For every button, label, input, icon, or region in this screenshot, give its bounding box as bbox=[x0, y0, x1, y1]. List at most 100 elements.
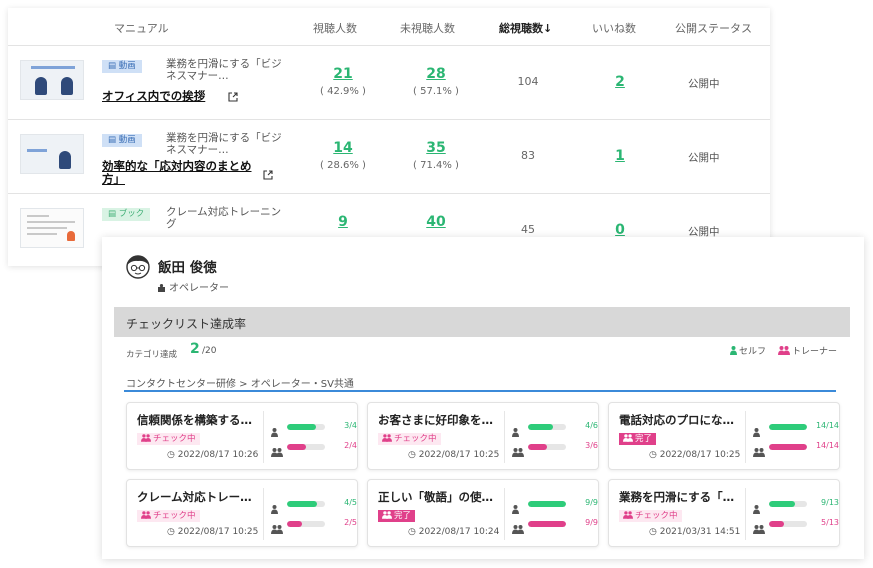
type-badge-video: ▤ 動画 bbox=[102, 60, 142, 73]
breadcrumb-underline bbox=[124, 390, 836, 392]
column-header-total-views-sorted[interactable]: 総視聴数↓ bbox=[499, 20, 552, 36]
publish-status: 公開中 bbox=[688, 78, 720, 90]
thumbnail-text-line bbox=[27, 233, 57, 235]
thumbnail-text-line bbox=[27, 221, 75, 223]
card-divider bbox=[504, 411, 505, 463]
checklist-card[interactable]: 信頼関係を構築する… チェック中 ◷ 2022/08/17 10:26 3/4 2/4 bbox=[126, 402, 358, 470]
checklist-card-title: 電話対応のプロにな… bbox=[619, 413, 734, 427]
table-header: マニュアル 視聴人数 未視聴人数 総視聴数↓ いいね数 公開ステータス bbox=[8, 8, 770, 46]
self-progress-count: 14/14 bbox=[815, 421, 839, 430]
trainer-progress-count: 2/5 bbox=[344, 518, 357, 527]
trainer-progress-count: 3/6 bbox=[585, 441, 598, 450]
legend-trainer: トレーナー bbox=[778, 344, 837, 357]
viewers-percent: ( 42.9% ) bbox=[320, 86, 366, 97]
trainer-progress-track bbox=[528, 521, 566, 527]
thumbnail-figure bbox=[67, 231, 75, 241]
non-viewers-count-link[interactable]: 35 bbox=[406, 140, 466, 156]
book-thumbnail[interactable] bbox=[20, 208, 84, 248]
checklist-updated-date: ◷ 2022/08/17 10:26 bbox=[167, 450, 259, 460]
trainer-progress: 3/6 bbox=[512, 441, 598, 457]
type-badge-video: ▤ 動画 bbox=[102, 134, 142, 147]
card-divider bbox=[504, 488, 505, 540]
trainer-progress-track bbox=[769, 444, 807, 450]
manual-title-link[interactable]: 効率的な「応対内容のまとめ方」 bbox=[102, 160, 262, 186]
trainer-people-icon bbox=[271, 519, 283, 538]
external-link-icon[interactable] bbox=[263, 170, 273, 180]
category-achievement-total: /20 bbox=[202, 346, 217, 356]
role-icon bbox=[158, 284, 165, 292]
self-progress-track bbox=[528, 424, 566, 430]
self-progress-fill bbox=[287, 424, 316, 430]
trainer-progress: 9/9 bbox=[512, 518, 598, 534]
video-thumbnail[interactable] bbox=[20, 134, 84, 174]
non-viewers-count-link[interactable]: 40 bbox=[406, 214, 466, 230]
likes-count-link[interactable]: 2 bbox=[590, 74, 650, 90]
non-viewers-percent: ( 57.1% ) bbox=[413, 86, 459, 97]
total-views: 104 bbox=[517, 75, 539, 88]
section-header: チェックリスト達成率 bbox=[114, 307, 850, 337]
column-header-non-viewers[interactable]: 未視聴人数 bbox=[400, 20, 455, 36]
viewers-count-link[interactable]: 9 bbox=[313, 214, 373, 230]
checklist-card-title: お客さまに好印象を… bbox=[378, 413, 493, 427]
checklist-card[interactable]: 業務を円滑にする「… チェック中 ◷ 2021/03/31 14:51 9/13 5/1… bbox=[608, 479, 840, 547]
course-name: 業務を円滑にする「ビジネスマナー… bbox=[166, 58, 282, 82]
viewers-count-link[interactable]: 14 bbox=[313, 140, 373, 156]
self-progress: 4/5 bbox=[271, 498, 357, 514]
trainer-progress-count: 14/14 bbox=[815, 441, 839, 450]
trainer-progress-fill bbox=[769, 521, 784, 527]
self-progress-fill bbox=[769, 501, 796, 507]
likes-count-link[interactable]: 1 bbox=[590, 148, 650, 164]
self-progress-track bbox=[287, 424, 325, 430]
thumbnail-person bbox=[61, 77, 73, 95]
user-role: オペレーター bbox=[158, 279, 229, 294]
trainer-progress-track bbox=[528, 444, 566, 450]
table-row: ▤ 動画 業務を円滑にする「ビジネスマナー… オフィス内での挨拶 21 ( 42… bbox=[8, 46, 770, 120]
trainer-progress-fill bbox=[287, 521, 303, 527]
trainer-people-icon bbox=[512, 442, 524, 461]
trainer-people-icon bbox=[512, 519, 524, 538]
trainer-progress-track bbox=[287, 521, 325, 527]
column-header-status[interactable]: 公開ステータス bbox=[675, 20, 752, 36]
self-person-icon bbox=[512, 499, 519, 518]
trainer-progress-track bbox=[769, 521, 807, 527]
checklist-status-badge: チェック中 bbox=[137, 433, 200, 445]
checklist-card-title: 正しい「敬語」の使… bbox=[378, 490, 493, 504]
trainer-progress-count: 5/13 bbox=[821, 518, 839, 527]
self-progress-count: 4/5 bbox=[344, 498, 357, 507]
breadcrumb[interactable]: コンタクトセンター研修 > オペレーター・SV共通 bbox=[126, 375, 354, 390]
video-thumbnail[interactable] bbox=[20, 60, 84, 100]
column-header-likes[interactable]: いいね数 bbox=[592, 20, 636, 36]
trainer-progress: 5/13 bbox=[753, 518, 839, 534]
manual-list-panel: マニュアル 視聴人数 未視聴人数 総視聴数↓ いいね数 公開ステータス ▤ 動画… bbox=[8, 8, 770, 266]
non-viewers-count-link[interactable]: 28 bbox=[406, 66, 466, 82]
checklist-updated-date: ◷ 2022/08/17 10:25 bbox=[649, 450, 741, 460]
self-person-icon bbox=[753, 499, 760, 518]
user-name: 飯田 俊徳 bbox=[158, 260, 217, 276]
viewers-count-link[interactable]: 21 bbox=[313, 66, 373, 82]
external-link-icon[interactable] bbox=[228, 92, 238, 102]
thumbnail-person bbox=[59, 151, 71, 169]
checklist-card[interactable]: クレーム対応トレー… チェック中 ◷ 2022/08/17 10:25 4/5 2/5 bbox=[126, 479, 358, 547]
manual-title-link[interactable]: オフィス内での挨拶 bbox=[102, 90, 262, 103]
type-badge-book: ▤ ブック bbox=[102, 208, 151, 221]
checklist-status-badge: チェック中 bbox=[619, 510, 682, 522]
card-divider bbox=[263, 411, 264, 463]
checklist-card-title: 業務を円滑にする「… bbox=[619, 490, 735, 504]
checklist-card[interactable]: 正しい「敬語」の使… 完了 ◷ 2022/08/17 10:24 9/9 9/9 bbox=[367, 479, 599, 547]
column-header-manual[interactable]: マニュアル bbox=[114, 20, 169, 36]
course-name: クレーム対応トレーニング bbox=[166, 206, 282, 230]
checklist-updated-date: ◷ 2021/03/31 14:51 bbox=[649, 527, 741, 537]
user-avatar-icon bbox=[126, 255, 150, 279]
likes-count-link[interactable]: 0 bbox=[590, 222, 650, 238]
category-achievement-label: カテゴリ達成 bbox=[126, 350, 178, 360]
trainer-progress: 2/4 bbox=[271, 441, 357, 457]
self-progress-fill bbox=[528, 501, 566, 507]
self-progress-track bbox=[528, 501, 566, 507]
checklist-card[interactable]: お客さまに好印象を… チェック中 ◷ 2022/08/17 10:25 4/6 3/6 bbox=[367, 402, 599, 470]
trainer-progress-track bbox=[287, 444, 325, 450]
thumbnail-text-line bbox=[27, 215, 49, 217]
column-header-viewers[interactable]: 視聴人数 bbox=[313, 20, 357, 36]
self-progress-count: 9/13 bbox=[821, 498, 839, 507]
trainer-progress-fill bbox=[528, 444, 547, 450]
checklist-card[interactable]: 電話対応のプロにな… 完了 ◷ 2022/08/17 10:25 14/14 14/14 bbox=[608, 402, 840, 470]
